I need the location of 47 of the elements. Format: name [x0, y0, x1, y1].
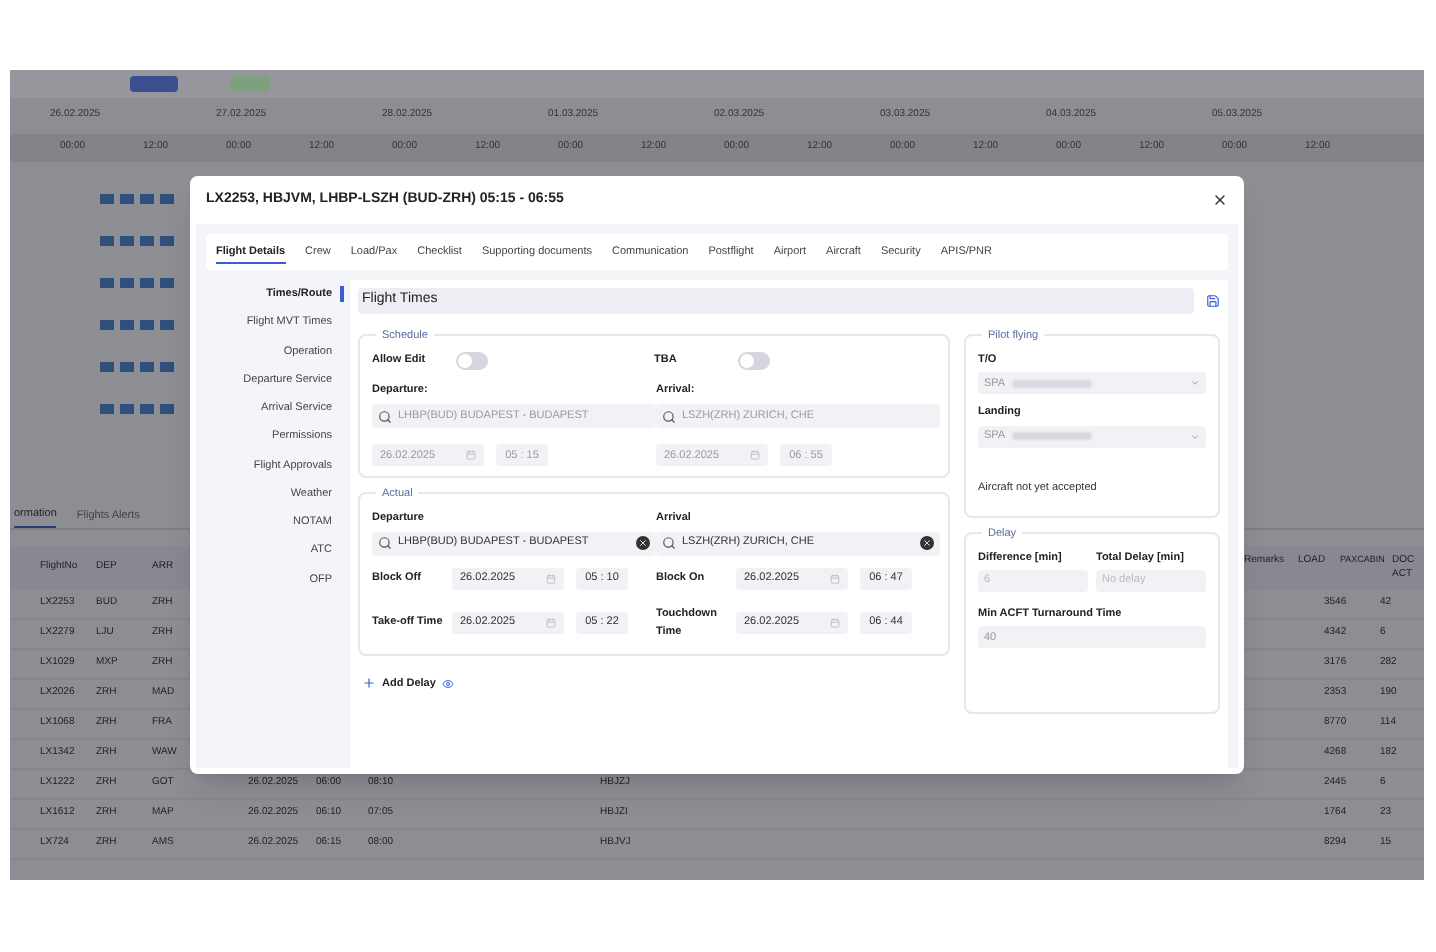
- gantt-bar[interactable]: [100, 194, 114, 204]
- toolbar-button[interactable]: [130, 76, 178, 92]
- calendar-icon: [830, 618, 840, 628]
- clear-icon: [636, 536, 650, 550]
- gantt-bar[interactable]: [120, 278, 134, 288]
- gantt-bar[interactable]: [160, 194, 174, 204]
- calendar-icon: [830, 574, 840, 584]
- gantt-bar[interactable]: [120, 194, 134, 204]
- calendar-icon: [466, 450, 476, 461]
- gantt-bar[interactable]: [140, 278, 154, 288]
- gantt-bar[interactable]: [120, 404, 134, 414]
- gantt-bar[interactable]: [160, 404, 174, 414]
- gantt-bar[interactable]: [160, 236, 174, 246]
- search-icon: [662, 409, 676, 424]
- calendar-icon: [546, 574, 556, 584]
- redacted-name: [1011, 379, 1092, 388]
- gantt-bar[interactable]: [160, 320, 174, 330]
- gantt-bar[interactable]: [100, 320, 114, 330]
- gantt-bar[interactable]: [140, 404, 154, 414]
- save-icon[interactable]: [1206, 294, 1220, 308]
- eye-icon: [441, 677, 454, 690]
- search-icon: [662, 536, 676, 550]
- close-icon[interactable]: [1212, 192, 1228, 208]
- gantt-bar[interactable]: [100, 278, 114, 288]
- gantt-bar[interactable]: [160, 362, 174, 372]
- calendar-icon: [546, 618, 556, 628]
- gantt-bar[interactable]: [140, 320, 154, 330]
- gantt-bar[interactable]: [140, 194, 154, 204]
- caret-icon: [1190, 378, 1200, 389]
- gantt-bar[interactable]: [140, 236, 154, 246]
- gantt-bar[interactable]: [100, 362, 114, 372]
- gantt-bar[interactable]: [100, 236, 114, 246]
- gantt-bar[interactable]: [120, 362, 134, 372]
- calendar-icon: [750, 450, 760, 461]
- toggle-switch[interactable]: [456, 352, 488, 370]
- caret-icon: [1190, 431, 1200, 441]
- clear-icon: [920, 536, 934, 550]
- search-icon: [378, 409, 392, 424]
- plus-icon: [362, 676, 376, 691]
- gantt-bar[interactable]: [140, 362, 154, 372]
- gantt-bar[interactable]: [120, 236, 134, 246]
- gantt-bar[interactable]: [100, 404, 114, 414]
- toggle-switch[interactable]: [738, 352, 770, 370]
- toolbar-button[interactable]: [230, 76, 270, 92]
- gantt-bar[interactable]: [120, 320, 134, 330]
- gantt-bar[interactable]: [160, 278, 174, 288]
- search-icon: [378, 536, 392, 550]
